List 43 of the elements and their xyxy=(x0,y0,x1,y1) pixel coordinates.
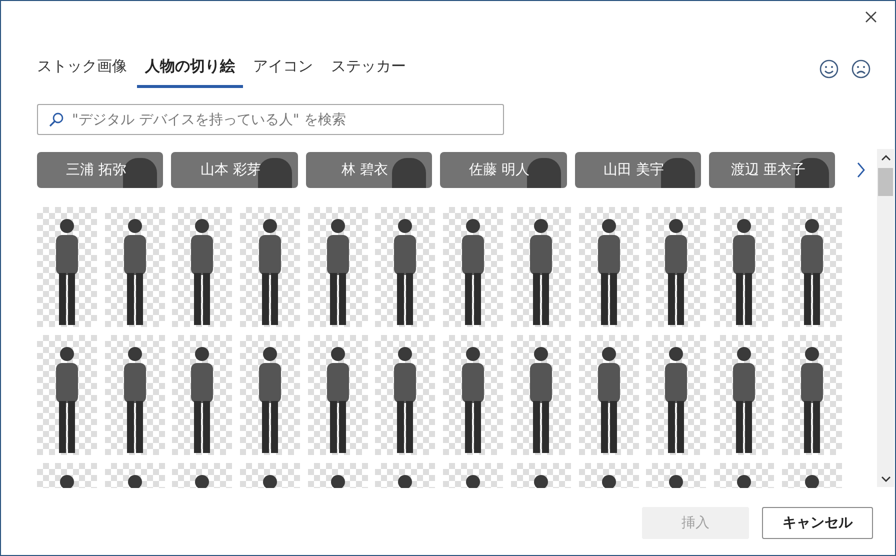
scrollbar[interactable] xyxy=(877,149,894,487)
photo-placeholder[interactable] xyxy=(578,207,638,327)
photo-placeholder[interactable] xyxy=(104,207,165,327)
photo-placeholder[interactable] xyxy=(646,207,706,327)
photo-placeholder[interactable] xyxy=(37,207,97,327)
photo-placeholder[interactable] xyxy=(104,335,165,455)
cancel-button[interactable]: キャンセル xyxy=(762,507,873,539)
photo-placeholder[interactable] xyxy=(375,207,436,327)
photo-placeholder[interactable] xyxy=(308,207,368,327)
photo-placeholder[interactable] xyxy=(578,335,638,455)
person-chip[interactable]: 渡辺 亜衣子 xyxy=(708,152,836,188)
photo-placeholder[interactable] xyxy=(714,335,774,455)
photo-placeholder[interactable] xyxy=(172,207,232,327)
tab[interactable]: アイコン xyxy=(245,49,321,88)
search-box[interactable]: "デジタル デバイスを持っている人" を検索 xyxy=(37,104,504,135)
frown-icon[interactable] xyxy=(851,59,871,79)
photo-placeholder[interactable] xyxy=(172,335,232,455)
person-chip[interactable]: 佐藤 明人 xyxy=(440,152,566,188)
photo-placeholder[interactable] xyxy=(714,207,774,327)
person-chip[interactable]: 山本 彩芽 xyxy=(171,152,298,188)
person-chip[interactable]: 山田 美宇 xyxy=(574,152,701,188)
tab[interactable]: ステッカー xyxy=(323,49,414,88)
photo-placeholder[interactable] xyxy=(443,207,504,327)
tab[interactable]: ストック画像 xyxy=(29,49,135,88)
photo-placeholder[interactable] xyxy=(240,335,300,455)
person-chip[interactable]: 林 碧衣 xyxy=(306,152,432,188)
photo-placeholder[interactable] xyxy=(510,207,571,327)
photo-placeholder[interactable] xyxy=(782,207,842,327)
caret-down-icon[interactable] xyxy=(880,476,890,482)
photo-placeholder[interactable] xyxy=(510,335,571,455)
smile-icon[interactable] xyxy=(819,59,839,79)
caret-up-icon[interactable] xyxy=(880,154,890,160)
photo-placeholder[interactable] xyxy=(375,335,436,455)
photo-placeholder[interactable] xyxy=(782,335,842,455)
person-chip[interactable]: 三浦 拓弥 xyxy=(37,152,164,188)
search-icon xyxy=(48,112,64,128)
photo-placeholder[interactable] xyxy=(443,335,504,455)
photo-placeholder[interactable] xyxy=(646,335,706,455)
tab[interactable]: 人物の切り絵 xyxy=(137,49,243,88)
photo-placeholder[interactable] xyxy=(308,335,368,455)
photo-placeholder[interactable] xyxy=(240,207,300,327)
scrollbar-thumb[interactable] xyxy=(878,168,893,196)
photo-placeholder[interactable] xyxy=(37,335,97,455)
